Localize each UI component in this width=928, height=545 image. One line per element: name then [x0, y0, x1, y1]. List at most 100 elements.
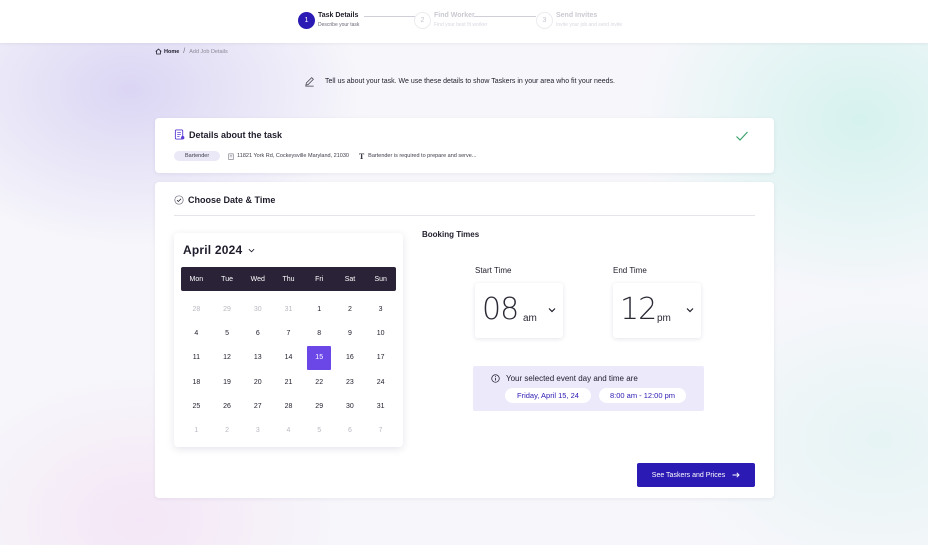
day-number: 7	[286, 329, 291, 337]
selected-date-pill: Friday, April 15, 24	[505, 388, 591, 403]
task-address: 11821 York Rd, Cockeysville Maryland, 21…	[237, 153, 349, 159]
day-number: 1	[194, 427, 199, 435]
day-number: 17	[376, 354, 385, 362]
day-number: 21	[284, 378, 293, 386]
calendar-day[interactable]: 21	[273, 370, 304, 394]
calendar-day[interactable]: 23	[335, 370, 366, 394]
step-title: Task Details	[318, 12, 359, 19]
date-time-card: Choose Date & Time April 2024 Mon Tue Wed T…	[155, 182, 774, 498]
calendar-day[interactable]: 1	[304, 297, 335, 321]
calendar-day[interactable]: 12	[212, 346, 243, 370]
home-icon	[155, 48, 162, 55]
month-selector[interactable]: April 2024	[183, 243, 255, 257]
see-taskers-button[interactable]: See Taskers and Prices	[637, 463, 755, 487]
calendar-day[interactable]: 28	[273, 394, 304, 418]
step-title: Send Invites	[556, 12, 598, 19]
day-grid: 28 29 30 31 1 2 3 4 5 6 7 8 9 10 11 12 13 14 15 16 17 18 19 20 2…	[181, 297, 396, 443]
calendar-day[interactable]: 20	[242, 370, 273, 394]
calendar-day[interactable]: 26	[212, 394, 243, 418]
day-number: 31	[376, 402, 385, 410]
calendar-day[interactable]: 6	[335, 418, 366, 442]
step-subtitle: Describe your task	[318, 22, 360, 28]
calendar-day[interactable]: 7	[273, 321, 304, 345]
start-ampm: am	[523, 313, 537, 324]
end-hour: 12	[620, 292, 657, 327]
day-number: 24	[376, 378, 385, 386]
calendar-day[interactable]: 2	[212, 418, 243, 442]
details-title: Details about the task	[189, 129, 283, 140]
end-time-label: End Time	[613, 266, 647, 275]
day-number: 25	[192, 402, 201, 410]
day-number: 3	[255, 427, 260, 435]
breadcrumb-home-link[interactable]: Home	[164, 49, 179, 55]
calendar-day[interactable]: 17	[365, 346, 396, 370]
building-icon	[228, 153, 234, 160]
day-number: 23	[346, 378, 354, 386]
calendar-day[interactable]: 29	[212, 297, 243, 321]
intro-message: Tell us about your task. We use these de…	[304, 76, 615, 87]
calendar-day[interactable]: 5	[212, 321, 243, 345]
calendar-day[interactable]: 24	[365, 370, 396, 394]
booking-times-title: Booking Times	[422, 230, 480, 239]
calendar-day[interactable]: 18	[181, 370, 212, 394]
day-number: 6	[255, 329, 260, 337]
weekday-label: Sat	[344, 275, 356, 283]
start-time-select[interactable]: 08 am	[475, 283, 563, 338]
weekday-header: Mon Tue Wed Thu Fri Sat Sun	[181, 267, 396, 291]
calendar-day[interactable]: 3	[365, 297, 396, 321]
day-number: 30	[253, 305, 262, 313]
check-icon	[736, 131, 748, 141]
day-number: 16	[346, 354, 354, 362]
calendar-day[interactable]: 3	[242, 418, 273, 442]
date-time-title: Choose Date & Time	[188, 195, 276, 205]
step-send-invites[interactable]: 3 Send Invites Invite your job and send …	[536, 10, 622, 29]
calendar-day[interactable]: 5	[304, 418, 335, 442]
task-details-card[interactable]: Details about the task Bartender 11821 Y…	[155, 118, 774, 173]
calendar-day[interactable]: 4	[181, 321, 212, 345]
day-number: 10	[376, 329, 385, 337]
pencil-icon	[305, 77, 314, 87]
step-find-worker[interactable]: 2 Find Worker Find your best fit worker	[414, 10, 487, 29]
calendar-day[interactable]: 10	[365, 321, 396, 345]
day-number: 9	[347, 329, 352, 337]
calendar-day[interactable]: 30	[335, 394, 366, 418]
calendar-day[interactable]: 2	[335, 297, 366, 321]
calendar-day[interactable]: 29	[304, 394, 335, 418]
calendar-day[interactable]: 1	[181, 418, 212, 442]
start-time-label: Start Time	[475, 266, 512, 275]
day-number: 29	[223, 305, 231, 313]
day-number: 14	[284, 354, 293, 362]
end-ampm: pm	[657, 313, 671, 324]
calendar-day[interactable]: 31	[365, 394, 396, 418]
calendar-day[interactable]: 22	[304, 370, 335, 394]
document-icon	[174, 129, 185, 140]
selection-summary: Your selected event day and time are Fri…	[473, 366, 704, 411]
calendar-day-selected[interactable]: 15	[304, 345, 335, 370]
calendar-day[interactable]: 28	[181, 297, 212, 321]
calendar-day[interactable]: 6	[242, 321, 273, 345]
calendar-day[interactable]: 11	[181, 346, 212, 370]
end-time-select[interactable]: 12 pm	[613, 283, 701, 338]
step-number: 2	[414, 12, 431, 29]
weekday-label: Fri	[315, 275, 324, 283]
calendar-day[interactable]: 7	[365, 418, 396, 442]
calendar-day[interactable]: 13	[242, 346, 273, 370]
calendar-day[interactable]: 25	[181, 394, 212, 418]
weekday-label: Mon	[189, 275, 204, 283]
start-hour: 08	[482, 292, 519, 327]
step-task-details[interactable]: 1 Task Details Describe your task	[298, 10, 359, 29]
day-number: 19	[223, 378, 231, 386]
day-number: 15	[307, 345, 332, 370]
calendar-day[interactable]: 30	[242, 297, 273, 321]
calendar-day[interactable]: 8	[304, 321, 335, 345]
calendar-day[interactable]: 4	[273, 418, 304, 442]
calendar-day[interactable]: 31	[273, 297, 304, 321]
day-number: 20	[253, 378, 262, 386]
task-description: Bartender is required to prepare and ser…	[368, 153, 477, 159]
calendar-day[interactable]: 9	[335, 321, 366, 345]
day-number: 4	[194, 329, 199, 337]
calendar-day[interactable]: 19	[212, 370, 243, 394]
calendar-day[interactable]: 16	[335, 346, 366, 370]
calendar-day[interactable]: 27	[242, 394, 273, 418]
calendar-day[interactable]: 14	[273, 346, 304, 370]
